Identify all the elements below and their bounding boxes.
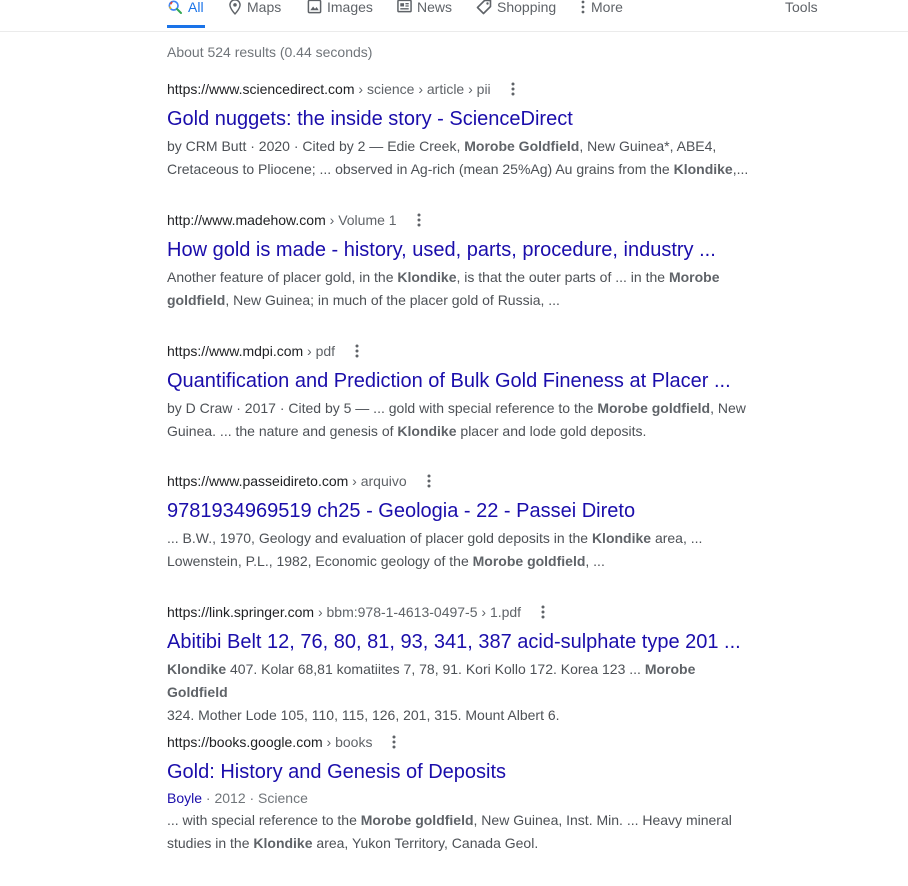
result-stats: About 524 results (0.44 seconds) bbox=[167, 44, 373, 60]
result-options-button[interactable] bbox=[412, 211, 426, 229]
tab-images[interactable]: Images bbox=[307, 0, 373, 28]
search-icon bbox=[168, 0, 182, 14]
result-domain: https://books.google.com bbox=[167, 734, 323, 750]
result-breadcrumb: › science › article › pii bbox=[354, 81, 491, 97]
result-url[interactable]: http://www.madehow.com › Volume 1 bbox=[167, 211, 767, 229]
more-vert-icon bbox=[355, 344, 359, 358]
result-title-link[interactable]: Abitibi Belt 12, 76, 80, 81, 93, 341, 38… bbox=[167, 630, 767, 654]
highlighted-term: Klondike bbox=[591, 530, 652, 546]
tab-all[interactable]: All bbox=[167, 0, 205, 28]
result-url[interactable]: https://link.springer.com › bbm:978-1-46… bbox=[167, 603, 767, 621]
tab-all-label: All bbox=[188, 0, 204, 15]
result-snippet: by D Craw · 2017 · Cited by 5 — ... gold… bbox=[167, 400, 746, 439]
search-result: http://www.madehow.com › Volume 1 How gol… bbox=[167, 211, 767, 312]
search-tabs-bar: All Maps Images News Shopping More Tools bbox=[0, 0, 908, 32]
tab-shopping-label: Shopping bbox=[497, 0, 557, 15]
more-vert-icon bbox=[581, 0, 585, 14]
result-breadcrumb: › Volume 1 bbox=[325, 212, 397, 228]
tab-maps-label: Maps bbox=[247, 0, 282, 15]
result-options-button[interactable] bbox=[536, 603, 550, 621]
tab-images-label: Images bbox=[327, 0, 373, 15]
result-url[interactable]: https://www.passeidireto.com › arquivo bbox=[167, 472, 767, 490]
result-options-button[interactable] bbox=[387, 733, 401, 751]
highlighted-term: Morobe Goldfield bbox=[167, 661, 696, 700]
result-domain: https://link.springer.com bbox=[167, 604, 315, 620]
search-result: https://www.mdpi.com › pdf Quantification… bbox=[167, 342, 767, 443]
highlighted-term: Morobe bbox=[668, 269, 720, 285]
result-url[interactable]: https://www.mdpi.com › pdf bbox=[167, 342, 767, 360]
highlighted-term: Klondike bbox=[397, 269, 457, 285]
search-result: https://www.passeidireto.com › arquivo 97… bbox=[167, 472, 767, 573]
highlighted-term: Morobe Goldfield bbox=[464, 138, 580, 154]
tab-news-label: News bbox=[417, 0, 453, 15]
tag-icon bbox=[476, 0, 492, 15]
result-title-link[interactable]: 9781934969519 ch25 - Geologia - 22 - Pas… bbox=[167, 499, 767, 523]
result-snippet: ... B.W., 1970, Geology and evaluation o… bbox=[167, 530, 703, 569]
result-domain: https://www.mdpi.com bbox=[167, 343, 304, 359]
result-snippet: ... with special reference to the Morobe… bbox=[167, 812, 732, 851]
result-title-link[interactable]: Gold: History and Genesis of Deposits bbox=[167, 760, 767, 784]
highlighted-term: Klondike bbox=[673, 161, 733, 177]
result-options-button[interactable] bbox=[350, 342, 364, 360]
result-snippet: Klondike 407. Kolar 68,81 komatiites 7, … bbox=[167, 661, 696, 723]
result-url[interactable]: https://books.google.com › books bbox=[167, 733, 767, 751]
highlighted-term: Morobe goldfield bbox=[360, 812, 474, 828]
result-breadcrumb: › arquivo bbox=[348, 473, 407, 489]
result-breadcrumb: › bbm:978-1-4613-0497-5 › 1.pdf bbox=[314, 604, 522, 620]
result-meta: Boyle · 2012 · Science bbox=[167, 787, 767, 809]
tools-button[interactable]: Tools bbox=[785, 0, 818, 16]
tab-maps[interactable]: Maps bbox=[228, 0, 281, 28]
search-result: https://books.google.com › books Gold: Hi… bbox=[167, 733, 767, 855]
result-title-link[interactable]: Gold nuggets: the inside story - Science… bbox=[167, 107, 767, 131]
result-breadcrumb: › pdf bbox=[303, 343, 336, 359]
highlighted-term: Morobe goldfield bbox=[472, 553, 586, 569]
result-meta-text: · 2012 · Science bbox=[202, 790, 308, 806]
result-title-link[interactable]: Quantification and Prediction of Bulk Go… bbox=[167, 369, 767, 393]
more-vert-icon bbox=[541, 605, 545, 619]
highlighted-term: Morobe goldfield bbox=[597, 400, 711, 416]
map-pin-icon bbox=[229, 0, 241, 15]
highlighted-term: goldfield bbox=[167, 292, 226, 308]
result-domain: http://www.madehow.com bbox=[167, 212, 326, 228]
tab-more[interactable]: More bbox=[580, 0, 623, 28]
result-options-button[interactable] bbox=[506, 80, 520, 98]
result-domain: https://www.passeidireto.com bbox=[167, 473, 349, 489]
tab-news[interactable]: News bbox=[397, 0, 452, 28]
image-icon bbox=[307, 0, 322, 14]
more-vert-icon bbox=[392, 735, 396, 749]
result-options-button[interactable] bbox=[422, 472, 436, 490]
result-url[interactable]: https://www.sciencedirect.com › science … bbox=[167, 80, 767, 98]
more-vert-icon bbox=[417, 213, 421, 227]
highlighted-term: Klondike bbox=[397, 423, 457, 439]
highlighted-term: Klondike bbox=[167, 661, 227, 677]
highlighted-term: Klondike bbox=[253, 835, 313, 851]
result-snippet: by CRM Butt · 2020 · Cited by 2 — Edie C… bbox=[167, 138, 749, 177]
result-title-link[interactable]: How gold is made - history, used, parts,… bbox=[167, 238, 767, 262]
author-link[interactable]: Boyle bbox=[167, 790, 202, 806]
more-vert-icon bbox=[427, 474, 431, 488]
result-snippet: Another feature of placer gold, in the K… bbox=[167, 269, 720, 308]
news-icon bbox=[397, 0, 412, 13]
result-domain: https://www.sciencedirect.com bbox=[167, 81, 355, 97]
tab-more-label: More bbox=[591, 0, 623, 15]
tab-shopping[interactable]: Shopping bbox=[476, 0, 556, 28]
search-result: https://www.sciencedirect.com › science … bbox=[167, 80, 767, 181]
result-breadcrumb: › books bbox=[322, 734, 373, 750]
more-vert-icon bbox=[511, 82, 515, 96]
search-result: https://link.springer.com › bbm:978-1-46… bbox=[167, 603, 767, 727]
